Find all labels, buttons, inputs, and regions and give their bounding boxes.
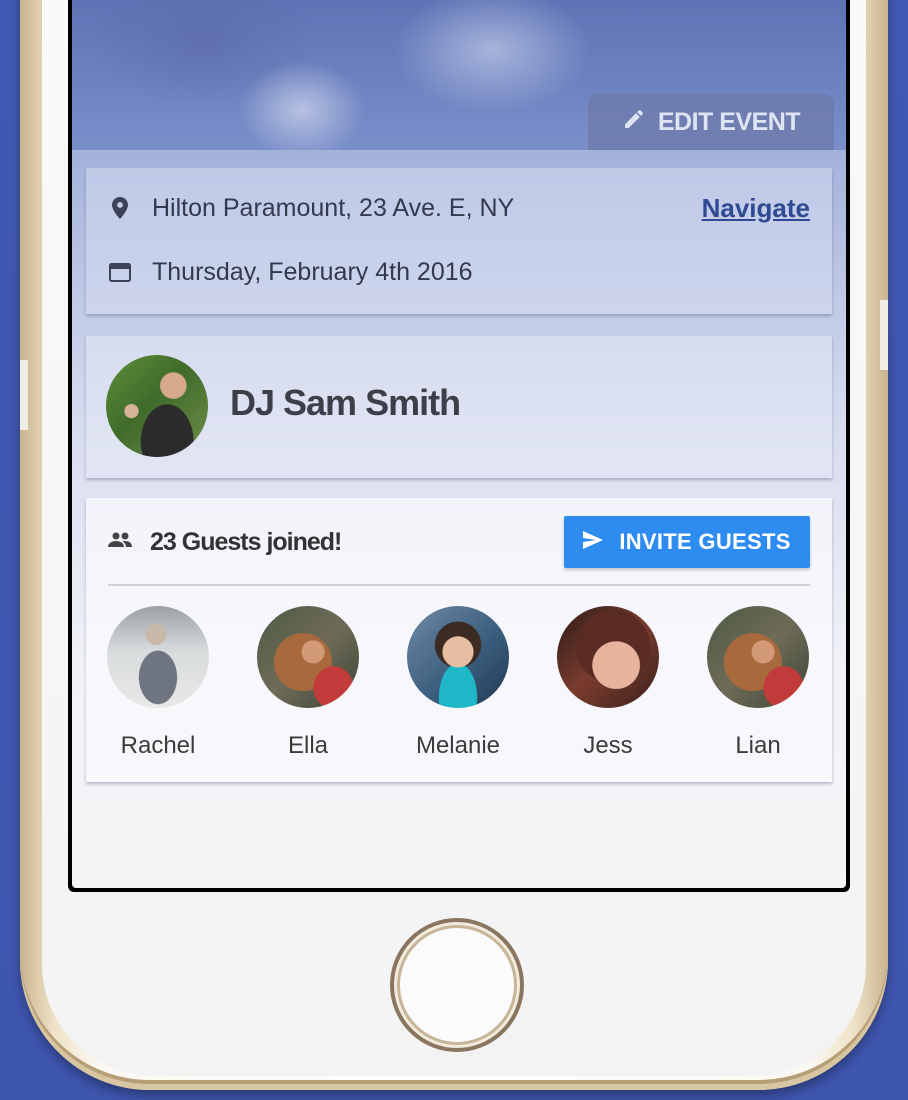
location-text: Hilton Paramount, 23 Ave. E, NY	[152, 193, 515, 222]
divider	[108, 584, 810, 586]
guest-item[interactable]: Jess	[548, 606, 668, 760]
guest-item[interactable]: Rachel	[98, 606, 218, 760]
calendar-icon	[108, 260, 132, 284]
guests-card: 23 Guests joined! INVITE GUESTS Rachel E…	[86, 498, 832, 782]
guest-item[interactable]: Lian	[698, 606, 818, 760]
guest-avatar	[707, 606, 809, 708]
guest-name: Lian	[735, 732, 781, 759]
guest-name: Rachel	[120, 732, 196, 759]
guest-list: Rachel Ella Melanie Jess Lian	[86, 606, 832, 760]
invite-guests-label: INVITE GUESTS	[619, 529, 791, 554]
location-row: Hilton Paramount, 23 Ave. E, NY Navigate	[108, 188, 810, 228]
people-icon	[108, 532, 132, 553]
guest-name: Ella	[287, 732, 329, 759]
edit-event-label: EDIT EVENT	[657, 107, 801, 136]
guest-avatar	[407, 606, 509, 708]
guest-item[interactable]: Melanie	[398, 606, 518, 760]
guest-avatar	[107, 606, 209, 708]
phone-side-button	[20, 360, 28, 430]
dj-avatar	[106, 355, 208, 457]
dj-name: DJ Sam Smith	[230, 382, 461, 423]
edit-event-button[interactable]: EDIT EVENT	[588, 94, 834, 150]
date-row: Thursday, February 4th 2016	[108, 252, 810, 292]
navigate-link[interactable]: Navigate	[702, 193, 810, 224]
send-icon	[583, 529, 604, 555]
guest-name: Jess	[583, 732, 633, 759]
event-info-card: Hilton Paramount, 23 Ave. E, NY Navigate…	[86, 168, 832, 314]
date-text: Thursday, February 4th 2016	[152, 257, 473, 286]
guest-avatar	[557, 606, 659, 708]
dj-card[interactable]: DJ Sam Smith	[86, 336, 832, 478]
guest-avatar	[257, 606, 359, 708]
guest-name: Melanie	[415, 732, 501, 759]
pencil-icon	[622, 107, 646, 138]
home-button[interactable]	[390, 918, 524, 1052]
invite-guests-button[interactable]: INVITE GUESTS	[564, 516, 810, 568]
guests-count: 23 Guests joined!	[150, 527, 342, 556]
phone-side-button	[880, 300, 888, 370]
guest-item[interactable]: Ella	[248, 606, 368, 760]
event-details-view: EDIT EVENT Hilton Paramount, 23 Ave. E, …	[72, 0, 846, 888]
map-pin-icon	[108, 196, 132, 220]
phone-screen: EDIT EVENT Hilton Paramount, 23 Ave. E, …	[68, 0, 850, 892]
guests-header: 23 Guests joined! INVITE GUESTS	[108, 516, 810, 568]
